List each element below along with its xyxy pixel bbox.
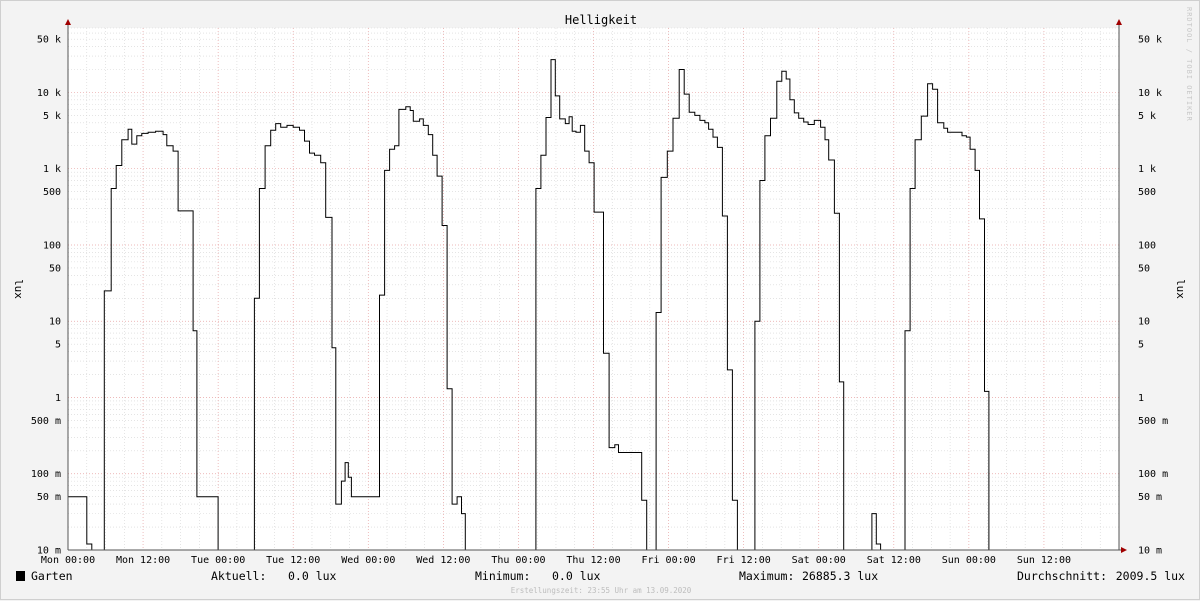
x-tick-label: Fri 00:00 <box>641 555 695 566</box>
y-tick-label: 1 k <box>1138 164 1156 175</box>
stat-min-label: Minimum: <box>475 569 530 583</box>
x-tick-label: Thu 00:00 <box>491 555 545 566</box>
x-tick-label: Sat 12:00 <box>867 555 921 566</box>
y-tick-label: 100 <box>43 240 61 251</box>
x-tick-label: Sun 00:00 <box>942 555 996 566</box>
watermark: RRDTOOL / TOBI OETIKER <box>1185 7 1193 122</box>
y-axis-label-left: lux <box>12 279 25 299</box>
y-tick-label: 50 <box>49 263 61 274</box>
y-tick-labels-left: 50 k 10 k 5 k 1 k 500 100 50 10 5 1 500 m 100 m 50 m… <box>31 35 61 557</box>
x-tick-label: Tue 12:00 <box>266 555 320 566</box>
x-tick-label: Sun 12:00 <box>1017 555 1071 566</box>
y-tick-label: 1 k <box>43 164 61 175</box>
brightness-chart: 50 k 10 k 5 k 1 k 500 100 50 10 5 1 500 m 100 m 50 m… <box>12 7 1193 595</box>
y-tick-label: 5 <box>55 340 61 351</box>
x-tick-label: Wed 00:00 <box>341 555 395 566</box>
x-axis-arrow <box>1121 547 1127 553</box>
y-tick-label: 100 m <box>31 469 61 480</box>
x-tick-label: Tue 00:00 <box>191 555 245 566</box>
y-tick-label: 5 <box>1138 340 1144 351</box>
y-tick-label: 10 k <box>37 88 61 99</box>
x-tick-label: Thu 12:00 <box>566 555 620 566</box>
stat-avg-label: Durchschnitt: <box>1017 569 1107 583</box>
x-tick-label: Mon 12:00 <box>116 555 170 566</box>
y-tick-label: 1 <box>55 393 61 404</box>
y-axis-arrow-left <box>65 19 71 25</box>
stat-max-label: Maximum: <box>739 569 794 583</box>
y-tick-label: 10 <box>49 317 61 328</box>
x-tick-label: Wed 12:00 <box>416 555 470 566</box>
y-tick-label: 10 m <box>1138 546 1162 557</box>
y-tick-label: 500 <box>43 187 61 198</box>
y-tick-label: 50 m <box>1138 492 1162 503</box>
y-tick-label: 5 k <box>43 111 61 122</box>
y-axis-arrow-right <box>1116 19 1122 25</box>
graph-frame: 50 k 10 k 5 k 1 k 500 100 50 10 5 1 500 m 100 m 50 m… <box>0 0 1200 600</box>
legend-label-garten: Garten <box>31 569 73 583</box>
legend-swatch-garten <box>16 571 25 581</box>
y-tick-label: 50 <box>1138 263 1150 274</box>
stat-current-value: 0.0 lux <box>288 569 337 583</box>
y-tick-label: 10 k <box>1138 88 1162 99</box>
x-tick-label: Mon 00:00 <box>41 555 95 566</box>
stat-max-value: 26885.3 lux <box>802 569 878 583</box>
footer-note: Erstellungszeit: 23:55 Uhr am 13.09.2020 <box>511 586 692 595</box>
y-tick-label: 500 <box>1138 187 1156 198</box>
x-tick-label: Fri 12:00 <box>717 555 771 566</box>
stat-avg-value: 2009.5 lux <box>1116 569 1185 583</box>
stat-current-label: Aktuell: <box>211 569 266 583</box>
y-tick-label: 50 k <box>37 35 61 46</box>
x-tick-label: Sat 00:00 <box>792 555 846 566</box>
y-axis-label-right: lux <box>1174 279 1187 299</box>
y-tick-labels-right: 50 k 10 k 5 k 1 k 500 100 50 10 5 1 500 m 100 m 50 m… <box>1138 35 1168 557</box>
y-tick-label: 5 k <box>1138 111 1156 122</box>
y-tick-label: 500 m <box>31 416 61 427</box>
stat-min-value: 0.0 lux <box>552 569 601 583</box>
y-tick-label: 100 <box>1138 240 1156 251</box>
y-tick-label: 1 <box>1138 393 1144 404</box>
y-tick-label: 500 m <box>1138 416 1168 427</box>
y-tick-label: 100 m <box>1138 469 1168 480</box>
chart-title: Helligkeit <box>565 13 637 27</box>
y-tick-label: 50 k <box>1138 35 1162 46</box>
y-tick-label: 50 m <box>37 492 61 503</box>
y-tick-label: 10 <box>1138 317 1150 328</box>
x-tick-labels: Mon 00:00 Mon 12:00 Tue 00:00 Tue 12:00 Wed … <box>41 555 1071 566</box>
